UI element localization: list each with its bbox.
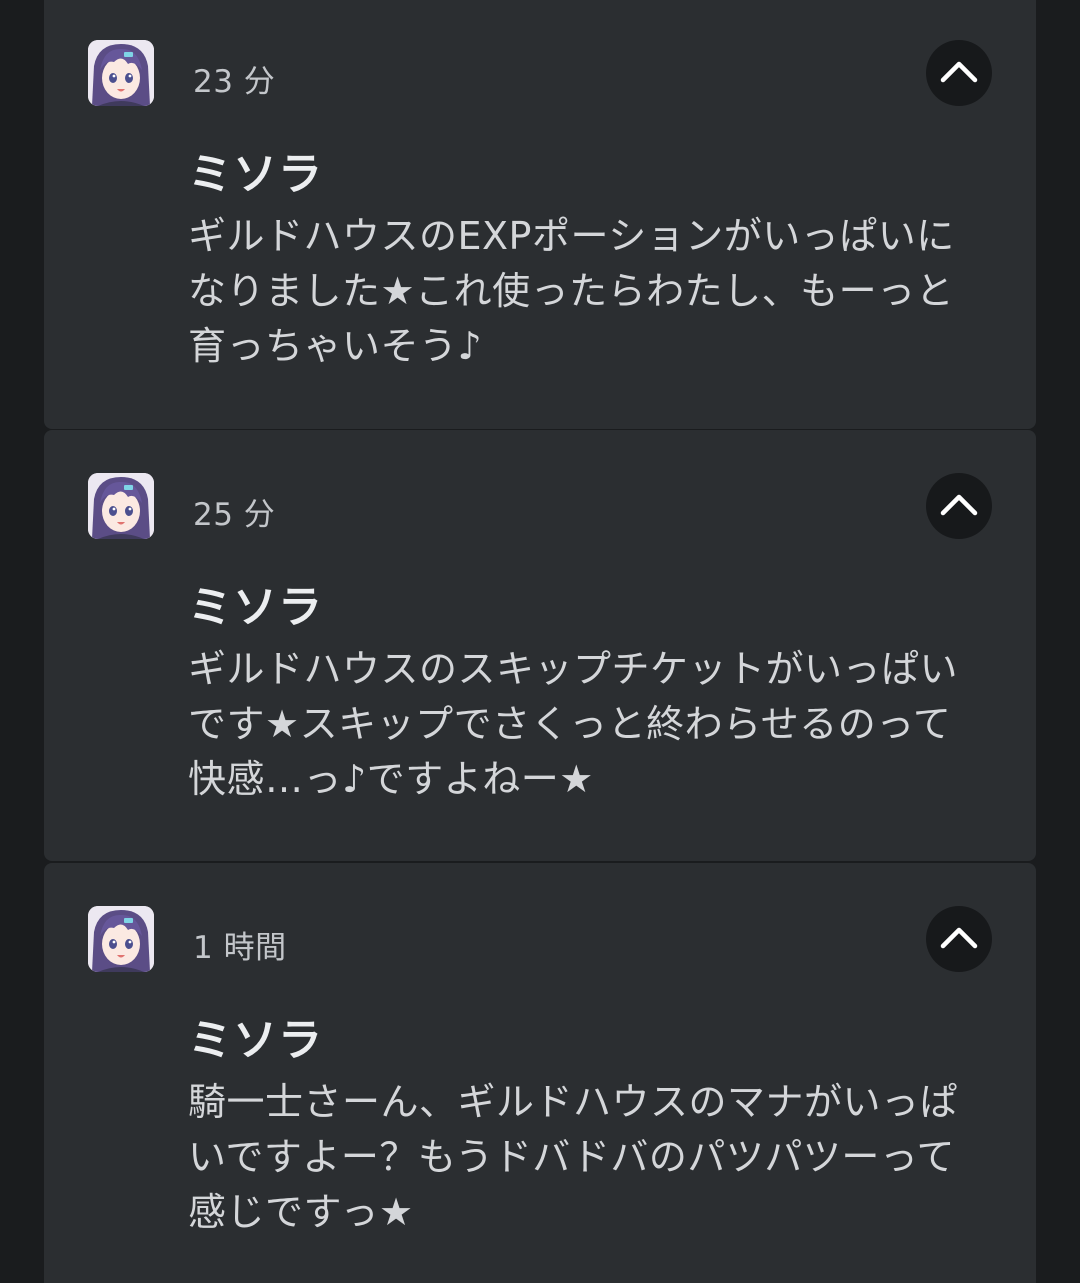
notification-time: 23 分: [193, 64, 276, 100]
notification-title: ミソラ: [188, 582, 323, 633]
notification-time: 25 分: [193, 497, 276, 533]
notification-message: ギルドハウスのスキップチケットがいっぱいです★スキップでさくっと終わらせるのって…: [188, 647, 959, 801]
notification-time: 1 時間: [193, 930, 287, 966]
notification-message: ギルドハウスのEXPポーションがいっぱいになりました★これ使ったらわたし、もーっ…: [188, 214, 955, 368]
chevron-up-icon: [940, 494, 978, 516]
app-avatar-icon: [88, 473, 154, 539]
expand-button[interactable]: [926, 40, 992, 106]
chevron-up-icon: [940, 927, 978, 949]
notification-card[interactable]: 23 分 ミソラ ギルドハウスのEXPポーションがいっぱいになりました★これ使っ…: [44, 0, 1036, 429]
notification-card[interactable]: 1 時間 ミソラ 騎一士さーん、ギルドハウスのマナがいっぱいですよー？もうドバド…: [44, 863, 1036, 1283]
notification-title: ミソラ: [188, 149, 323, 200]
app-avatar-icon: [88, 906, 154, 972]
notification-message: 騎一士さーん、ギルドハウスのマナがいっぱいですよー？もうドバドバのパツパツーって…: [188, 1080, 959, 1234]
notification-title: ミソラ: [188, 1015, 323, 1066]
app-avatar-icon: [88, 40, 154, 106]
expand-button[interactable]: [926, 906, 992, 972]
notification-card[interactable]: 25 分 ミソラ ギルドハウスのスキップチケットがいっぱいです★スキップでさくっ…: [44, 430, 1036, 861]
expand-button[interactable]: [926, 473, 992, 539]
chevron-up-icon: [940, 61, 978, 83]
